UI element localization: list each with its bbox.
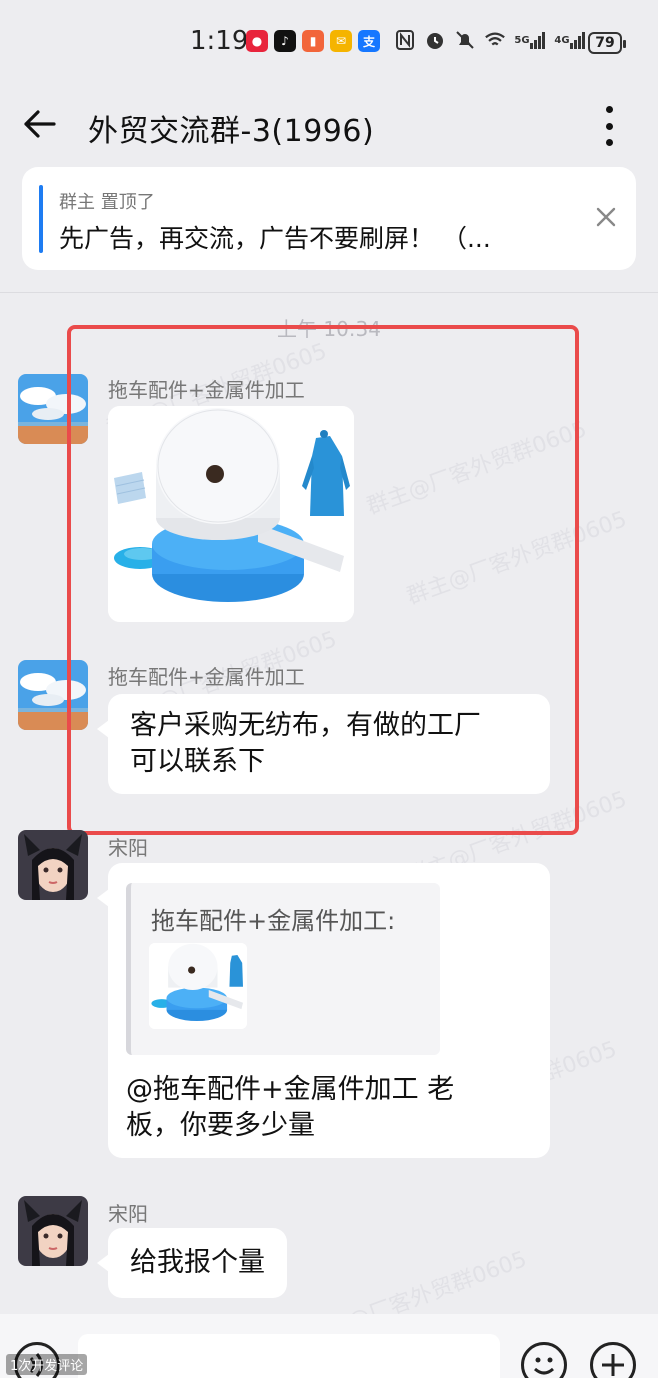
image-message[interactable] bbox=[108, 406, 354, 622]
divider bbox=[0, 292, 658, 293]
signal-4g-icon: 4G bbox=[554, 28, 586, 52]
chat-header: 外贸交流群-3(1996) bbox=[0, 90, 658, 162]
pin-accent-bar bbox=[39, 185, 43, 253]
system-icons: 5G 4G bbox=[394, 28, 586, 52]
quoted-image-thumbnail[interactable] bbox=[149, 943, 247, 1029]
alipay-icon: 支 bbox=[358, 30, 380, 52]
sender-name: 宋阳 bbox=[108, 1202, 148, 1226]
pinned-announcement[interactable]: 群主 置顶了 先广告，再交流，广告不要刷屏！ （... bbox=[22, 167, 636, 270]
mail-icon: ✉ bbox=[330, 30, 352, 52]
corner-watermark: 1次开发评论 bbox=[6, 1354, 88, 1375]
more-options-button[interactable] bbox=[594, 104, 624, 148]
chat-title: 外贸交流群-3(1996) bbox=[88, 114, 375, 149]
avatar[interactable] bbox=[18, 660, 88, 730]
message-input[interactable] bbox=[78, 1334, 500, 1378]
avatar[interactable] bbox=[18, 374, 88, 444]
sender-name: 宋阳 bbox=[108, 836, 148, 860]
pinned-text: 先广告，再交流，广告不要刷屏！ （... bbox=[59, 224, 491, 253]
arrow-left-icon bbox=[24, 110, 56, 138]
nfc-icon bbox=[394, 28, 416, 52]
emoji-button[interactable] bbox=[521, 1342, 567, 1378]
signal-5g-label: 5G bbox=[514, 34, 530, 46]
quoted-message[interactable]: 拖车配件+金属件加工: bbox=[126, 883, 440, 1055]
plus-icon bbox=[602, 1354, 624, 1376]
watermark: 群主@厂客外贸群0605 bbox=[363, 416, 591, 520]
app-notification-icon: ▮ bbox=[302, 30, 324, 52]
sender-name: 拖车配件+金属件加工 bbox=[108, 665, 305, 689]
dot bbox=[605, 122, 613, 130]
nonwoven-fabric-image bbox=[108, 406, 354, 622]
avatar[interactable] bbox=[18, 1196, 88, 1266]
battery-icon: 79 bbox=[588, 32, 626, 54]
message-timestamp: 上午 10:34 bbox=[277, 317, 381, 341]
close-pinned-button[interactable] bbox=[592, 203, 620, 231]
avatar[interactable] bbox=[18, 830, 88, 900]
back-button[interactable] bbox=[20, 104, 60, 144]
input-bar bbox=[0, 1314, 658, 1378]
message-line: 可以联系下 bbox=[130, 746, 265, 777]
emoji-icon bbox=[534, 1357, 554, 1375]
dot bbox=[605, 106, 613, 113]
wifi-icon bbox=[484, 28, 506, 52]
tiktok-icon: ♪ bbox=[274, 30, 296, 52]
status-bar: 1:19 ● ♪ ▮ ✉ 支 5G 4G 79 bbox=[0, 0, 658, 86]
watermark: 群主@厂客外贸群0605 bbox=[403, 506, 631, 610]
notification-icons: ● ♪ ▮ ✉ 支 bbox=[246, 30, 380, 52]
text-message[interactable]: 给我报个量 bbox=[97, 1228, 287, 1298]
message-line: 客户采购无纺布，有做的工厂 bbox=[130, 710, 481, 741]
message-line: 板，你要多少量 bbox=[126, 1110, 315, 1141]
pinned-meta: 群主 置顶了 bbox=[59, 192, 155, 213]
quoted-sender: 拖车配件+金属件加工: bbox=[151, 907, 396, 935]
close-icon bbox=[596, 207, 616, 227]
mute-bell-icon bbox=[454, 28, 476, 52]
message-line: @拖车配件+金属件加工 老 bbox=[126, 1074, 455, 1105]
text-message[interactable]: 客户采购无纺布，有做的工厂 可以联系下 bbox=[97, 694, 550, 794]
signal-4g-label: 4G bbox=[554, 34, 570, 46]
status-time: 1:19 bbox=[190, 26, 249, 56]
app-notification-icon: ● bbox=[246, 30, 268, 52]
nonwoven-fabric-thumbnail bbox=[149, 943, 247, 1029]
reply-text: @拖车配件+金属件加工 老 板，你要多少量 bbox=[126, 1072, 526, 1144]
message-text: 给我报个量 bbox=[130, 1247, 265, 1278]
more-actions-button[interactable] bbox=[590, 1342, 636, 1378]
dot bbox=[605, 139, 613, 146]
sender-name: 拖车配件+金属件加工 bbox=[108, 378, 305, 402]
alarm-icon bbox=[424, 28, 446, 52]
chat-screen: 群主@厂客外贸群0605 群主@厂客外贸群0605 群主@厂客外贸群0605 群… bbox=[0, 0, 658, 1378]
signal-5g-icon: 5G bbox=[514, 28, 546, 52]
